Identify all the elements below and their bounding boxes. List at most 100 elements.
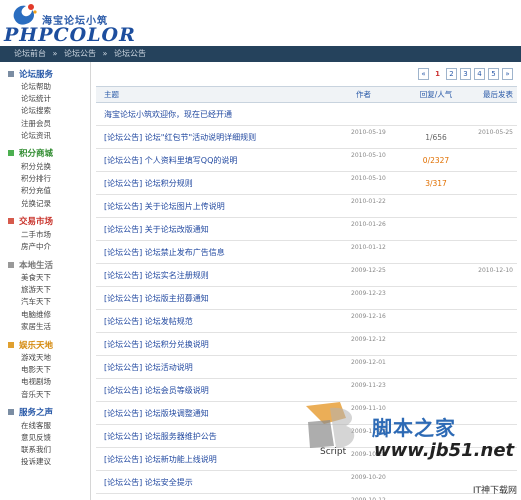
topic-link[interactable]: [论坛公告] 关于论坛图片上传说明: [96, 195, 351, 217]
column-header-author[interactable]: 作者: [356, 89, 401, 100]
sidebar-section-title[interactable]: 娱乐天地: [0, 337, 90, 352]
topic-link[interactable]: [论坛公告] 论坛安全提示: [96, 471, 351, 493]
last-post-cell: [471, 172, 517, 194]
views-count: 0/2327: [422, 156, 450, 165]
sidebar-section-title[interactable]: 本地生活: [0, 257, 90, 272]
last-post-cell: 2010-12-10: [471, 264, 517, 286]
sidebar-item[interactable]: 房产中介: [0, 241, 90, 253]
sidebar-section: 娱乐天地 游戏天地 电影天下 电视剧场 音乐天下: [0, 337, 90, 401]
topic-link[interactable]: [论坛公告] 论坛实名注册规则: [96, 264, 351, 286]
replies-cell: 3/317: [401, 172, 471, 194]
column-header-topic[interactable]: 主题: [96, 89, 356, 100]
table-header: 主题 作者 回复/人气 最后发表: [96, 87, 517, 103]
sidebar-item[interactable]: 意见反馈: [0, 432, 90, 444]
topic-link[interactable]: [论坛公告] 论坛成立周年庆活动: [96, 494, 351, 500]
replies-cell: [401, 310, 471, 332]
sidebar-item[interactable]: 二手市场: [0, 229, 90, 241]
replies-cell: 0/2327: [401, 149, 471, 171]
site-header: 海宝论坛小筑 PHPCOLOR: [0, 0, 521, 46]
replies-cell: [401, 471, 471, 493]
sidebar-item[interactable]: 论坛搜索: [0, 105, 90, 117]
table-row: [论坛公告] 论坛发帖规范 2009-12-16: [96, 310, 517, 333]
sidebar-item[interactable]: 论坛统计: [0, 93, 90, 105]
watermark-script-label: Script: [320, 447, 347, 456]
author-date: 2010-05-19: [351, 129, 386, 136]
views-count: 3/317: [425, 179, 447, 188]
sidebar-section-title[interactable]: 交易市场: [0, 214, 90, 229]
pager-page-button[interactable]: 5: [488, 68, 499, 80]
last-post-cell: [471, 356, 517, 378]
section-bullet-icon: [8, 218, 14, 225]
sidebar-item[interactable]: 联系我们: [0, 444, 90, 456]
sidebar-section: 本地生活 美食天下 旅游天下 汽车天下 电脑维修 家居生活: [0, 257, 90, 333]
author-date: 2009-11-23: [351, 382, 386, 389]
sidebar-item[interactable]: 在线客服: [0, 420, 90, 432]
last-post-cell: [471, 103, 517, 125]
last-post-cell: [471, 379, 517, 401]
breadcrumb-separator: »: [52, 49, 58, 58]
column-header-replies[interactable]: 回复/人气: [401, 89, 471, 100]
author-date: 2009-12-01: [351, 359, 386, 366]
last-post-cell: [471, 402, 517, 424]
author-date: 2009-12-25: [351, 267, 386, 274]
topic-link[interactable]: [论坛公告] 论坛发帖规范: [96, 310, 351, 332]
sidebar-item[interactable]: 音乐天下: [0, 389, 90, 401]
sidebar-item[interactable]: 旅游天下: [0, 284, 90, 296]
author-cell: [351, 103, 401, 125]
table-row: [论坛公告] 论坛积分规则 2010-05-10 3/317: [96, 172, 517, 195]
table-row: [论坛公告] 论坛活动说明 2009-12-01: [96, 356, 517, 379]
sidebar-item[interactable]: 注册会员: [0, 118, 90, 130]
section-bullet-icon: [8, 261, 14, 268]
topic-link[interactable]: [论坛公告] 个人资料里填写QQ的说明: [96, 149, 351, 171]
author-date: 2010-05-10: [351, 152, 386, 159]
sidebar-section: 论坛服务 论坛帮助 论坛统计 论坛搜索 注册会员 论坛资讯: [0, 66, 90, 142]
topic-link[interactable]: [论坛公告] 论坛积分兑换说明: [96, 333, 351, 355]
sidebar-section-title[interactable]: 积分商城: [0, 146, 90, 161]
sidebar-item[interactable]: 美食天下: [0, 272, 90, 284]
table-row: [论坛公告] 论坛"红包节"活动说明详细规则 2010-05-19 1/656 201…: [96, 126, 517, 149]
topic-link[interactable]: [论坛公告] 论坛积分规则: [96, 172, 351, 194]
sidebar-item[interactable]: 游戏天地: [0, 352, 90, 364]
topic-link[interactable]: [论坛公告] 论坛版主招募通知: [96, 287, 351, 309]
sidebar-item[interactable]: 投诉建议: [0, 456, 90, 468]
replies-cell: [401, 494, 471, 500]
sidebar-item[interactable]: 积分充值: [0, 185, 90, 197]
last-post-cell: [471, 149, 517, 171]
watermark-url: www.jb51.net: [374, 440, 515, 461]
column-header-last[interactable]: 最后发表: [471, 89, 517, 100]
sidebar-item[interactable]: 积分排行: [0, 173, 90, 185]
replies-cell: [401, 287, 471, 309]
sidebar-item[interactable]: 兑换记录: [0, 198, 90, 210]
pager-first-button[interactable]: «: [418, 68, 429, 80]
pager-page-button[interactable]: 3: [460, 68, 471, 80]
sidebar-item[interactable]: 论坛资讯: [0, 130, 90, 142]
sidebar-item[interactable]: 电视剧场: [0, 376, 90, 388]
watermark-brand: 脚本之家: [372, 416, 456, 440]
topic-link[interactable]: 海宝论坛小筑欢迎你，现在已经开通: [96, 103, 351, 125]
sidebar-section-title[interactable]: 论坛服务: [0, 66, 90, 81]
topic-link[interactable]: [论坛公告] 论坛"红包节"活动说明详细规则: [96, 126, 351, 148]
topic-link[interactable]: [论坛公告] 关于论坛改版通知: [96, 218, 351, 240]
section-bullet-icon: [8, 341, 14, 348]
topic-link[interactable]: [论坛公告] 论坛活动说明: [96, 356, 351, 378]
pager-page-button[interactable]: 1: [432, 68, 443, 80]
sidebar-item[interactable]: 论坛帮助: [0, 81, 90, 93]
sidebar-section-label: 交易市场: [19, 217, 54, 228]
pager-page-button[interactable]: 4: [474, 68, 485, 80]
sidebar-item[interactable]: 汽车天下: [0, 296, 90, 308]
site-logo-text[interactable]: PHPCOLOR: [4, 24, 136, 46]
breadcrumb-item[interactable]: 论坛前台: [14, 49, 46, 58]
sidebar-item[interactable]: 电影天下: [0, 364, 90, 376]
sidebar-item[interactable]: 家居生活: [0, 321, 90, 333]
sidebar-item[interactable]: 电脑维修: [0, 309, 90, 321]
replies-cell: [401, 218, 471, 240]
breadcrumb-item[interactable]: 论坛公告: [64, 49, 96, 58]
sidebar-section-title[interactable]: 服务之声: [0, 405, 90, 420]
sidebar-section: 积分商城 积分兑换 积分排行 积分充值 兑换记录: [0, 146, 90, 210]
sidebar-section: 服务之声 在线客服 意见反馈 联系我们 投诉建议: [0, 405, 90, 469]
sidebar-item[interactable]: 积分兑换: [0, 161, 90, 173]
pager-page-button[interactable]: 2: [446, 68, 457, 80]
topic-link[interactable]: [论坛公告] 论坛禁止发布广告信息: [96, 241, 351, 263]
watermark-logo-icon: Script: [306, 402, 355, 456]
pager-next-button[interactable]: »: [502, 68, 513, 80]
